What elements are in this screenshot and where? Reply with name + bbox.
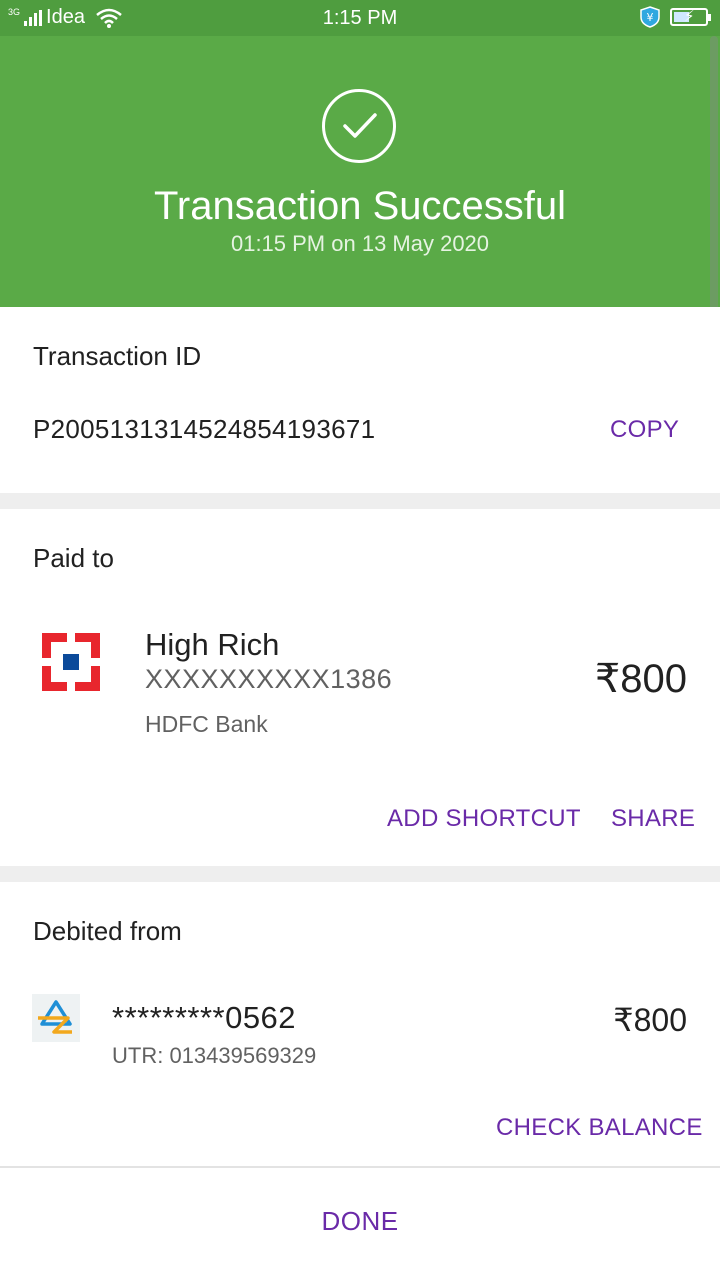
payee-account-number: XXXXXXXXXX1386 [145,664,393,694]
debited-from-label: Debited from [33,916,182,946]
status-right: ¥ ⚡ [640,6,711,28]
share-button[interactable]: SHARE [611,805,695,833]
transaction-id-label: Transaction ID [33,341,202,371]
status-bar: 3G Idea 1:15 PM ¥ ⚡ [0,0,720,36]
debited-amount: ₹800 [613,1002,687,1038]
shield-icon: ¥ [640,6,660,28]
add-shortcut-button[interactable]: ADD SHORTCUT [387,805,581,833]
payee-name: High Rich [145,627,280,662]
utr-number: UTR: 013439569329 [112,1043,317,1068]
transaction-id-value: P2005131314524854193671 [33,414,376,444]
status-time: 1:15 PM [322,7,398,29]
success-header: Transaction Successful 01:15 PM on 13 Ma… [0,36,720,307]
done-button[interactable]: DONE [0,1206,720,1237]
bank-logo-icon [32,994,80,1042]
debit-account-number: *********0562 [112,1000,297,1035]
check-balance-button[interactable]: CHECK BALANCE [496,1114,703,1142]
paid-to-label: Paid to [33,543,114,573]
check-circle-icon [322,89,396,163]
transaction-id-section [0,307,720,493]
payee-bank-name: HDFC Bank [145,711,268,737]
copy-button[interactable]: COPY [610,416,679,444]
battery-icon: ⚡ [670,8,711,26]
svg-text:¥: ¥ [647,11,654,24]
hdfc-bank-logo [42,633,100,691]
section-divider [0,866,720,882]
paid-amount: ₹800 [594,657,687,701]
transaction-status-title: Transaction Successful [153,184,567,228]
transaction-datetime: 01:15 PM on 13 May 2020 [230,231,490,256]
section-divider [0,493,720,509]
